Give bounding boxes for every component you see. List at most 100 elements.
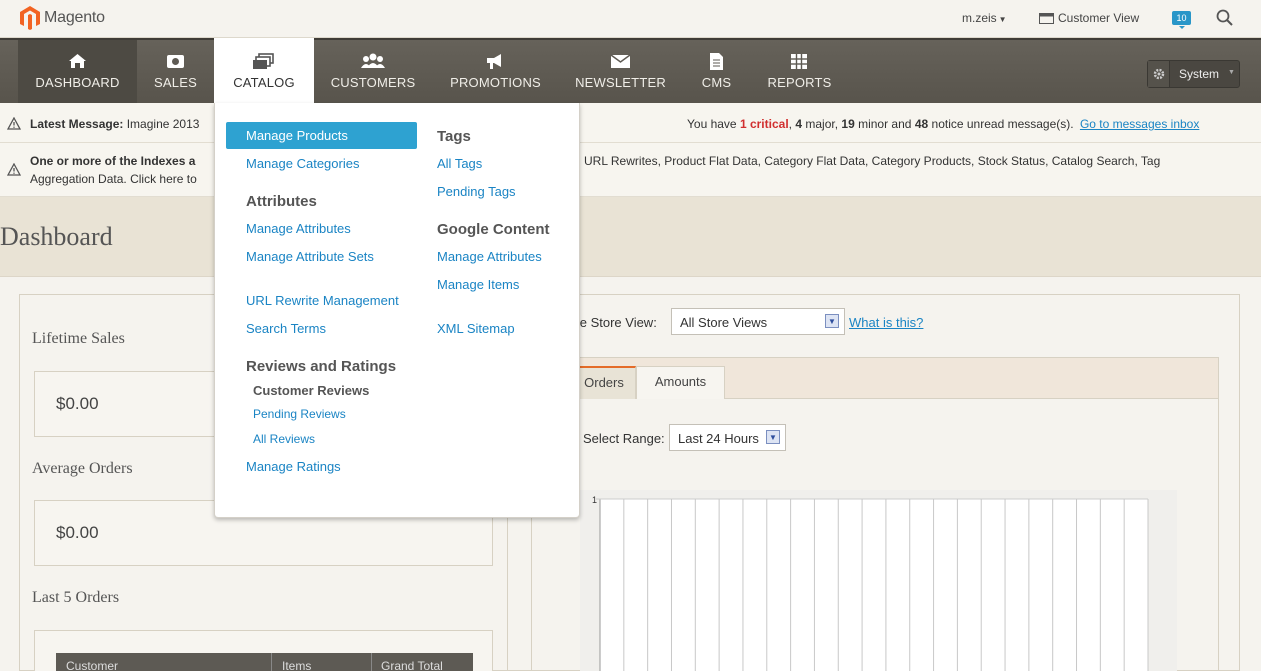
nav-catalog-label: CATALOG xyxy=(233,75,295,90)
nav-reports[interactable]: REPORTS xyxy=(751,40,848,103)
nav-customers-label: CUSTOMERS xyxy=(330,75,416,90)
user-name: m.zeis xyxy=(962,11,997,25)
column-divider xyxy=(271,653,272,671)
latest-message-bar: Latest Message: Imagine 2013 You have 1 … xyxy=(0,103,1261,143)
chart-grid: 1 xyxy=(592,495,1149,671)
nav-sales[interactable]: SALES xyxy=(137,40,214,103)
system-menu-button[interactable]: System ▼ xyxy=(1147,60,1240,88)
range-select[interactable]: Last 24 Hours ▼ xyxy=(669,424,786,451)
notice-label: notice unread message(s). xyxy=(931,117,1074,131)
notice-count: 48 xyxy=(914,117,929,131)
menu-heading-attributes: Attributes xyxy=(246,193,317,210)
nav-newsletter[interactable]: NEWSLETTER xyxy=(559,40,682,103)
minor-label: minor and xyxy=(858,117,912,131)
menu-url-rewrite-management[interactable]: URL Rewrite Management xyxy=(246,293,399,308)
column-customer[interactable]: Customer xyxy=(66,659,118,671)
latest-message-prefix: Latest Message: xyxy=(30,117,124,131)
column-divider xyxy=(371,653,372,671)
menu-google-manage-attributes[interactable]: Manage Attributes xyxy=(437,249,542,264)
menu-heading-google-content: Google Content xyxy=(437,221,550,238)
range-value: Last 24 Hours xyxy=(678,431,759,446)
index-warning-bar: One or more of the Indexes a URL Rewrite… xyxy=(0,143,1261,197)
menu-all-tags[interactable]: All Tags xyxy=(437,156,482,171)
menu-manage-attribute-sets[interactable]: Manage Attribute Sets xyxy=(246,249,374,264)
menu-customer-reviews[interactable]: Customer Reviews xyxy=(253,383,369,398)
lifetime-sales-label: Lifetime Sales xyxy=(32,330,125,347)
home-icon xyxy=(69,54,86,68)
chevron-down-icon: ▼ xyxy=(825,314,839,328)
warning-icon xyxy=(7,163,21,176)
nav-dashboard-label: DASHBOARD xyxy=(35,75,120,90)
tab-amounts[interactable]: Amounts xyxy=(636,366,725,399)
chevron-down-icon: ▼ xyxy=(998,15,1007,24)
catalog-icon xyxy=(253,53,274,69)
storefront-icon xyxy=(1039,12,1054,24)
menu-pending-tags[interactable]: Pending Tags xyxy=(437,184,516,199)
customer-view-link[interactable]: Customer View xyxy=(1039,11,1139,25)
message-counts: You have 1 critical, 4 major, 19 minor a… xyxy=(687,117,1200,131)
warning-icon xyxy=(7,117,21,130)
major-count: 4 xyxy=(795,117,803,131)
sales-icon xyxy=(167,55,184,68)
notifications-badge[interactable]: 10 xyxy=(1172,11,1191,29)
document-icon xyxy=(710,53,723,70)
nav-promotions-label: PROMOTIONS xyxy=(450,75,541,90)
nav-sales-label: SALES xyxy=(154,75,197,90)
store-view-value: All Store Views xyxy=(680,315,768,330)
average-orders-value: $0.00 xyxy=(56,523,99,542)
menu-heading-tags: Tags xyxy=(437,128,471,145)
menu-pending-reviews[interactable]: Pending Reviews xyxy=(253,407,346,421)
page-title: Dashboard xyxy=(0,222,113,251)
search-icon[interactable] xyxy=(1216,9,1233,26)
minor-count: 19 xyxy=(841,117,855,131)
store-view-select[interactable]: All Store Views ▼ xyxy=(671,308,845,335)
gear-icon xyxy=(1148,61,1170,87)
user-menu[interactable]: m.zeis ▼ xyxy=(962,11,1007,25)
envelope-icon xyxy=(610,54,631,68)
tabs-strip: Orders Amounts xyxy=(532,358,1218,399)
top-header: Magento m.zeis ▼ Customer View 10 xyxy=(0,0,1261,38)
menu-manage-categories[interactable]: Manage Categories xyxy=(246,156,359,171)
index-warning-text: One or more of the Indexes a xyxy=(30,154,196,168)
menu-xml-sitemap[interactable]: XML Sitemap xyxy=(437,321,515,336)
column-items[interactable]: Items xyxy=(282,659,311,671)
menu-all-reviews[interactable]: All Reviews xyxy=(253,432,315,446)
menu-google-manage-items[interactable]: Manage Items xyxy=(437,277,519,292)
chevron-down-icon: ▼ xyxy=(1228,69,1235,76)
nav-cms[interactable]: CMS xyxy=(682,40,751,103)
last-orders-label: Last 5 Orders xyxy=(32,589,120,606)
menu-heading-reviews-ratings: Reviews and Ratings xyxy=(246,358,397,375)
nav-customers[interactable]: CUSTOMERS xyxy=(314,40,432,103)
main-navigation: DASHBOARD SALES CATALOG CUSTOMERS PROMOT… xyxy=(0,38,1261,105)
messages-inbox-link[interactable]: Go to messages inbox xyxy=(1080,117,1199,131)
nav-catalog[interactable]: CATALOG xyxy=(214,38,314,105)
customer-view-label: Customer View xyxy=(1058,11,1140,25)
menu-manage-products-label: Manage Products xyxy=(246,128,348,143)
what-is-this-link[interactable]: What is this? xyxy=(849,315,923,330)
column-grand-total[interactable]: Grand Total xyxy=(381,659,443,671)
index-warning-list: URL Rewrites, Product Flat Data, Categor… xyxy=(584,154,1161,168)
page-title-area xyxy=(0,197,1261,276)
nav-promotions[interactable]: PROMOTIONS xyxy=(432,40,559,103)
nav-dashboard[interactable]: DASHBOARD xyxy=(18,40,137,103)
nav-reports-label: REPORTS xyxy=(767,75,832,90)
last-orders-table: Customer Items Grand Total xyxy=(34,630,493,671)
counts-prefix: You have xyxy=(687,117,737,131)
index-warning-link[interactable]: Aggregation Data. Click here to xyxy=(30,172,197,186)
menu-manage-products[interactable]: Manage Products xyxy=(226,122,417,149)
latest-message-text: Imagine 2013 xyxy=(126,117,200,131)
menu-manage-attributes[interactable]: Manage Attributes xyxy=(246,221,351,236)
major-label: major, xyxy=(805,117,839,131)
magento-logo[interactable]: Magento xyxy=(19,5,105,31)
customers-icon xyxy=(361,53,385,68)
select-range-label: Select Range: xyxy=(583,431,665,446)
menu-manage-ratings[interactable]: Manage Ratings xyxy=(246,459,341,474)
menu-search-terms[interactable]: Search Terms xyxy=(246,321,326,336)
table-header: Customer Items Grand Total xyxy=(56,653,473,671)
tab-orders[interactable]: Orders xyxy=(572,366,636,399)
system-label: System xyxy=(1179,67,1220,81)
lifetime-sales-value: $0.00 xyxy=(56,394,99,413)
megaphone-icon xyxy=(487,54,501,69)
y-tick-label: 1 xyxy=(592,495,597,505)
nav-newsletter-label: NEWSLETTER xyxy=(575,75,666,90)
